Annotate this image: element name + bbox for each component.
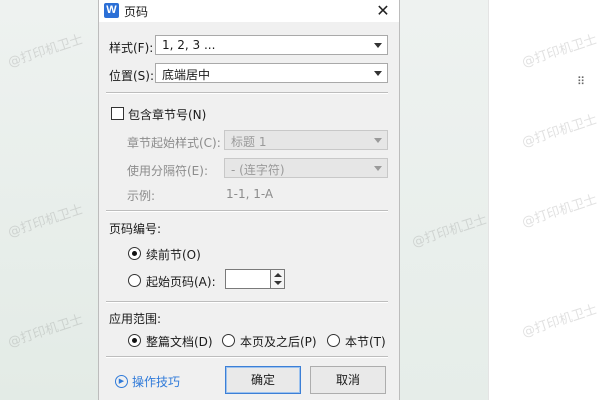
include-chapter-label[interactable]: 包含章节号(N) [128,106,206,123]
page-numbering-heading: 页码编号: [109,222,162,236]
divider [106,301,388,302]
play-tips-icon[interactable]: ▶ [115,375,128,388]
continue-radio[interactable] [128,247,141,260]
dialog-titlebar: W 页码 ✕ [99,0,399,22]
cancel-button[interactable]: 取消 [310,366,386,394]
chevron-down-icon [374,138,382,143]
scope-this-section-radio[interactable] [327,334,340,347]
scope-whole-document-radio[interactable] [128,334,141,347]
apply-scope-heading: 应用范围: [109,312,162,326]
chapter-start-style-select[interactable]: 标题 1 [224,130,388,150]
stepper-down-icon[interactable] [274,281,282,285]
drag-handle-icon[interactable]: ⠿ [577,76,585,93]
start-at-label[interactable]: 起始页码(A): [146,273,216,290]
dialog-title: 页码 [124,5,149,19]
chevron-down-icon [374,166,382,171]
close-icon[interactable]: ✕ [371,1,395,21]
ok-button[interactable]: 确定 [225,366,301,394]
separator-label: 使用分隔符(E): [127,164,208,178]
scope-this-page-onward-radio[interactable] [222,334,235,347]
start-page-input[interactable] [225,269,271,289]
include-chapter-checkbox[interactable] [111,107,124,120]
example-value: 1-1, 1-A [226,187,274,201]
divider [106,92,388,93]
style-select[interactable]: 1, 2, 3 ... [155,35,388,55]
scope-this-page-onward-label[interactable]: 本页及之后(P) [240,333,317,350]
scope-whole-document-label[interactable]: 整篇文档(D) [146,333,213,350]
position-select-value: 底端居中 [162,68,211,82]
divider [106,210,388,211]
tips-link[interactable]: 操作技巧 [132,373,180,390]
chevron-down-icon [374,71,382,76]
continue-label[interactable]: 续前节(O) [146,246,201,263]
chevron-down-icon [374,43,382,48]
position-label: 位置(S): [109,69,155,83]
chapter-start-style-label: 章节起始样式(C): [127,136,221,150]
example-label: 示例: [127,189,156,203]
start-page-stepper[interactable] [271,269,285,289]
chapter-start-style-value: 标题 1 [231,135,267,149]
style-label: 样式(F): [109,41,154,55]
start-at-radio[interactable] [128,274,141,287]
divider [106,356,388,357]
wps-writer-icon: W [104,3,119,18]
scope-this-section-label[interactable]: 本节(T) [345,333,386,350]
stepper-up-icon[interactable] [274,273,282,277]
separator-select[interactable]: - (连字符) [224,158,388,178]
separator-value: - (连字符) [231,163,285,177]
background-panel-right [400,0,488,400]
position-select[interactable]: 底端居中 [155,63,388,83]
style-select-value: 1, 2, 3 ... [162,38,216,52]
